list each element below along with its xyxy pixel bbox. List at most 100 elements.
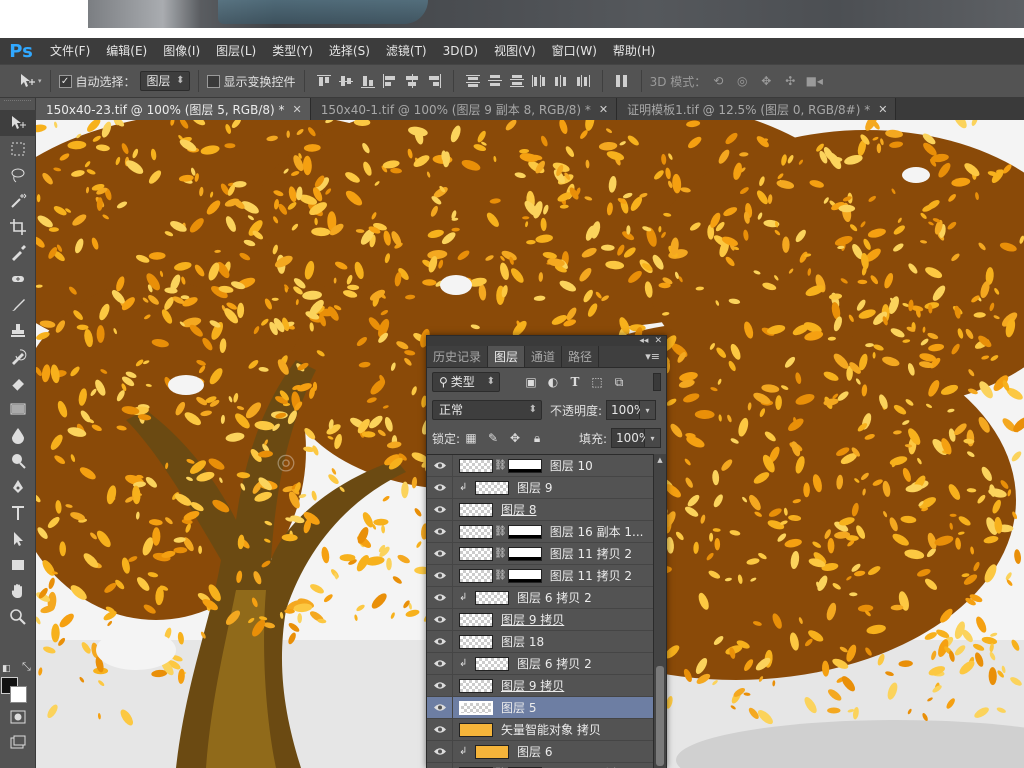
toolbar-grip[interactable]	[4, 100, 31, 108]
3d-scale-icon[interactable]: ■◂	[805, 72, 823, 90]
document-tab[interactable]: 证明模板1.tif @ 12.5% (图层 0, RGB/8#) * ✕	[617, 98, 897, 120]
layer-thumbnail[interactable]	[459, 546, 493, 561]
visibility-eye-icon[interactable]	[427, 718, 453, 741]
layer-name[interactable]: 图层 11 拷贝 2	[550, 545, 632, 562]
layer-row[interactable]: 图层 8	[427, 498, 655, 521]
layer-thumbnail[interactable]	[459, 524, 493, 539]
panel-menu-icon[interactable]: ▾≡	[639, 346, 666, 367]
layer-row[interactable]: 矢量智能对象 拷贝	[427, 718, 655, 741]
layer-mask-thumbnail[interactable]	[507, 568, 542, 583]
layer-row[interactable]: ⛓ 图层 11 拷贝 2	[427, 564, 655, 587]
3d-slide-icon[interactable]: ✣	[781, 72, 799, 90]
align-hcenter-icon[interactable]	[403, 73, 421, 89]
close-tab-icon[interactable]: ✕	[878, 103, 887, 116]
zoom-tool-icon[interactable]	[0, 604, 36, 630]
menu-item[interactable]: 3D(D)	[435, 38, 486, 64]
layer-mask-thumbnail[interactable]	[507, 458, 542, 473]
default-colors-icon[interactable]: ◧	[2, 664, 11, 674]
distribute-top-icon[interactable]	[464, 73, 482, 89]
layer-name[interactable]: 图层 16 副本 1...	[550, 523, 644, 540]
align-bottom-icon[interactable]	[359, 73, 377, 89]
layer-thumbnail[interactable]	[475, 744, 509, 759]
move-tool-icon[interactable]	[0, 110, 36, 136]
menu-item[interactable]: 视图(V)	[486, 38, 544, 64]
panel-tab[interactable]: 通道	[525, 346, 563, 367]
layer-row[interactable]: ⛓ 图层 16 副本 1...	[427, 520, 655, 543]
layer-mask-thumbnail[interactable]	[507, 524, 542, 539]
layer-row[interactable]: ⛓ 图层 10	[427, 455, 655, 477]
pen-tool-icon[interactable]	[0, 474, 36, 500]
lock-transparent-icon[interactable]: ▦	[463, 430, 479, 446]
layer-list-scrollbar[interactable]: ▲	[653, 454, 666, 768]
quick-mask-icon[interactable]	[10, 710, 26, 727]
fill-input[interactable]: 100%	[611, 428, 650, 448]
visibility-eye-icon[interactable]	[427, 762, 453, 768]
path-select-icon[interactable]	[0, 526, 36, 552]
lock-position-icon[interactable]: ✥	[507, 430, 523, 446]
layer-name[interactable]: 图层 6	[517, 743, 552, 760]
fill-slider-toggle[interactable]: ▾	[645, 428, 661, 448]
distribute-hcenter-icon[interactable]	[552, 73, 570, 89]
gradient-tool-icon[interactable]	[0, 396, 36, 422]
layer-row[interactable]: ↲ 图层 6 拷贝 2	[427, 652, 655, 675]
visibility-eye-icon[interactable]	[427, 455, 453, 477]
move-tool-preset-icon[interactable]	[19, 72, 37, 90]
layer-thumbnail[interactable]	[459, 612, 493, 627]
mask-link-icon[interactable]: ⛓	[494, 570, 507, 581]
layer-name[interactable]: 图层 9 拷贝	[501, 677, 564, 694]
visibility-eye-icon[interactable]	[427, 520, 453, 543]
layer-name[interactable]: 图层 6 拷贝 2	[517, 655, 592, 672]
menu-item[interactable]: 文件(F)	[42, 38, 98, 64]
pixel-filter-icon[interactable]: ▣	[522, 373, 540, 391]
close-tab-icon[interactable]: ✕	[599, 103, 608, 116]
layer-mask-thumbnail[interactable]	[507, 546, 542, 561]
lasso-tool-icon[interactable]	[0, 162, 36, 188]
type-filter-icon[interactable]: T	[566, 373, 584, 391]
panel-tab[interactable]: 图层	[488, 346, 526, 367]
scroll-up-icon[interactable]: ▲	[654, 454, 666, 466]
visibility-eye-icon[interactable]	[427, 696, 453, 719]
opacity-slider-toggle[interactable]: ▾	[640, 400, 657, 420]
marquee-tool-icon[interactable]	[0, 136, 36, 162]
auto-align-icon[interactable]	[613, 73, 631, 89]
menu-item[interactable]: 类型(Y)	[264, 38, 321, 64]
align-top-icon[interactable]	[315, 73, 333, 89]
mask-link-icon[interactable]: ⛓	[494, 548, 507, 559]
visibility-eye-icon[interactable]	[427, 498, 453, 521]
layer-name[interactable]: 图层 9	[517, 479, 552, 496]
3d-pan-icon[interactable]: ✥	[757, 72, 775, 90]
layer-filter-dropdown[interactable]: ⚲ 类型	[432, 372, 500, 392]
layer-name[interactable]: 图层 18	[501, 633, 544, 650]
eyedropper-icon[interactable]	[0, 240, 36, 266]
layer-thumbnail[interactable]	[475, 480, 509, 495]
align-left-icon[interactable]	[381, 73, 399, 89]
layer-row[interactable]: ⛓ 图层 11 拷贝 2	[427, 542, 655, 565]
panel-tab[interactable]: 历史记录	[427, 346, 489, 367]
auto-select-checkbox[interactable]: ✓	[58, 74, 72, 88]
visibility-eye-icon[interactable]	[427, 740, 453, 763]
blur-tool-icon[interactable]	[0, 422, 36, 448]
distribute-right-icon[interactable]	[574, 73, 592, 89]
layer-row[interactable]: ↲ 图层 9	[427, 476, 655, 499]
layer-name[interactable]: 图层 5	[501, 699, 536, 716]
panel-tab[interactable]: 路径	[562, 346, 600, 367]
visibility-eye-icon[interactable]	[427, 630, 453, 653]
align-right-icon[interactable]	[425, 73, 443, 89]
adjustment-filter-icon[interactable]: ◐	[544, 373, 562, 391]
healing-brush-icon[interactable]	[0, 266, 36, 292]
brush-tool-icon[interactable]	[0, 292, 36, 318]
type-tool-icon[interactable]	[0, 500, 36, 526]
mask-link-icon[interactable]: ⛓	[494, 460, 507, 471]
lock-all-icon[interactable]: 🔒︎	[529, 430, 545, 446]
3d-rotate-icon[interactable]: ⟲	[709, 72, 727, 90]
shape-tool-icon[interactable]	[0, 552, 36, 578]
dodge-tool-icon[interactable]	[0, 448, 36, 474]
blend-mode-dropdown[interactable]: 正常	[432, 400, 542, 420]
visibility-eye-icon[interactable]	[427, 542, 453, 565]
layer-name[interactable]: 图层 10	[550, 457, 593, 474]
menu-item[interactable]: 窗口(W)	[544, 38, 605, 64]
visibility-eye-icon[interactable]	[427, 608, 453, 631]
screen-mode-icon[interactable]	[10, 735, 26, 752]
layer-name[interactable]: 图层 11 拷贝 2	[550, 567, 632, 584]
document-tab[interactable]: 150x40-23.tif @ 100% (图层 5, RGB/8) * ✕	[36, 98, 311, 120]
